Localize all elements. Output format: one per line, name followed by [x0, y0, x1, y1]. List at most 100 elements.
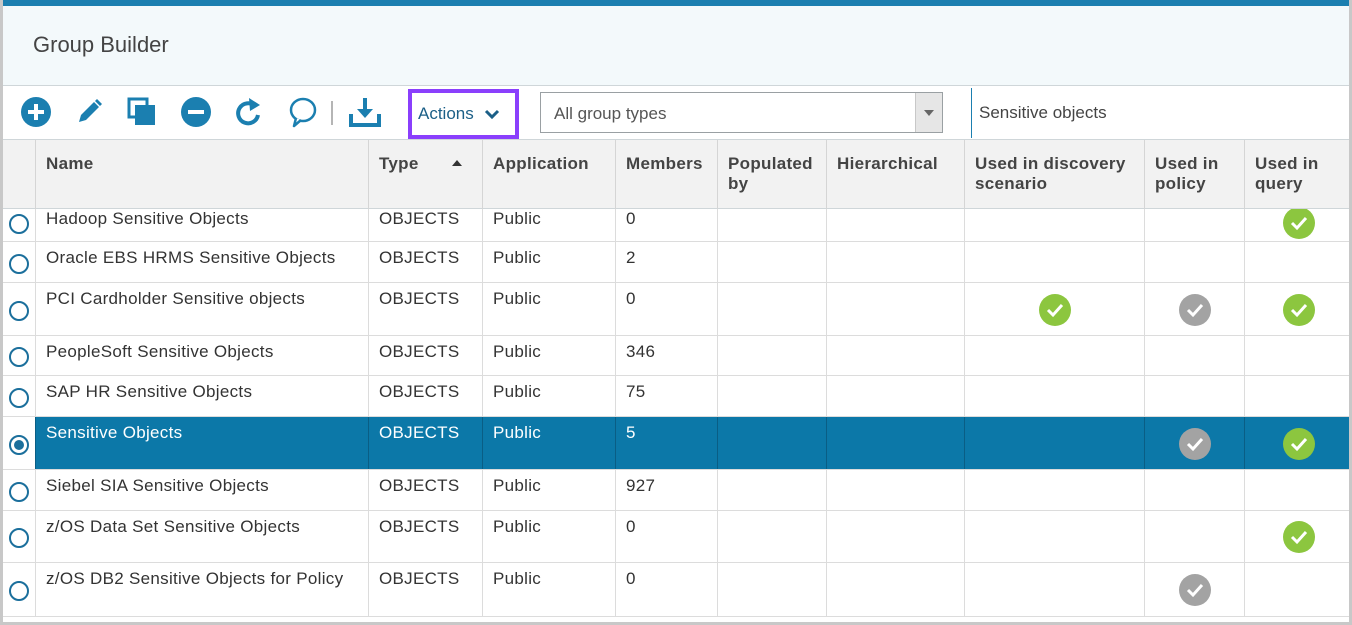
cell-application: Public: [482, 336, 615, 375]
row-select-cell: [3, 376, 35, 416]
page-header: Group Builder: [3, 6, 1349, 86]
cell-name: z/OS DB2 Sensitive Objects for Policy: [35, 563, 368, 616]
column-header-hierarchical[interactable]: Hierarchical: [826, 140, 964, 209]
column-header-used-in-query[interactable]: Used in query: [1244, 140, 1349, 209]
cell-members: 0: [615, 283, 717, 335]
cell-hierarchical: [826, 242, 964, 282]
column-header-type[interactable]: Type: [368, 140, 482, 209]
minus-circle-icon: [181, 97, 211, 127]
cell-used-in-query: [1244, 336, 1349, 375]
row-select-cell: [3, 511, 35, 562]
cell-application: Public: [482, 209, 615, 241]
cell-type: OBJECTS: [368, 376, 482, 416]
checkmark-icon: [1283, 521, 1315, 553]
row-select-cell: [3, 242, 35, 282]
chevron-down-icon: [484, 109, 499, 120]
column-header-members[interactable]: Members: [615, 140, 717, 209]
checkmark-icon: [1283, 209, 1315, 239]
cell-type: OBJECTS: [368, 417, 482, 469]
cell-name: SAP HR Sensitive Objects: [35, 376, 368, 416]
cell-name: Oracle EBS HRMS Sensitive Objects: [35, 242, 368, 282]
cell-application: Public: [482, 283, 615, 335]
cell-used-in-query: [1244, 376, 1349, 416]
column-header-application[interactable]: Application: [482, 140, 615, 209]
cell-used-in-query: [1244, 563, 1349, 616]
row-radio-button[interactable]: [9, 581, 29, 601]
cell-used-in-policy: [1144, 376, 1244, 416]
cell-populated-by: [717, 417, 826, 469]
page-title: Group Builder: [33, 32, 169, 57]
column-header-used-in-discovery-scenario[interactable]: Used in discovery scenario: [964, 140, 1144, 209]
cell-application: Public: [482, 470, 615, 510]
sort-ascending-icon: [452, 160, 462, 166]
checkmark-icon: [1283, 428, 1315, 460]
row-radio-button[interactable]: [9, 214, 29, 234]
cell-hierarchical: [826, 417, 964, 469]
cell-hierarchical: [826, 376, 964, 416]
row-radio-button[interactable]: [9, 435, 29, 455]
edit-group-button[interactable]: [72, 95, 106, 129]
group-type-select[interactable]: All group types: [540, 92, 943, 133]
row-radio-button[interactable]: [9, 254, 29, 274]
refresh-button[interactable]: [232, 95, 266, 129]
checkmark-icon: [1179, 294, 1211, 326]
table-row[interactable]: PCI Cardholder Sensitive objects OBJECTS P…: [3, 283, 1349, 336]
add-group-button[interactable]: [19, 95, 53, 129]
table-header: Name Type Application Members Populated …: [3, 140, 1349, 209]
row-select-cell: [3, 563, 35, 616]
group-builder-window: Group Builder Actions All group types Se…: [0, 0, 1352, 625]
row-radio-button[interactable]: [9, 347, 29, 367]
table-row[interactable]: Hadoop Sensitive Objects OBJECTS Public 0: [3, 209, 1349, 242]
table-row[interactable]: Sensitive Objects OBJECTS Public 5: [3, 417, 1349, 470]
refresh-icon: [236, 98, 260, 126]
table-row[interactable]: Siebel SIA Sensitive Objects OBJECTS Publi…: [3, 470, 1349, 511]
group-type-selected-value: All group types: [554, 104, 667, 123]
table-row[interactable]: z/OS Data Set Sensitive Objects OBJECTS Pu…: [3, 511, 1349, 563]
cell-used-in-discovery: [964, 417, 1144, 469]
cell-members: 346: [615, 336, 717, 375]
table-row[interactable]: Oracle EBS HRMS Sensitive Objects OBJECTS…: [3, 242, 1349, 283]
cell-name: Hadoop Sensitive Objects: [35, 209, 368, 241]
speech-bubble-icon: [289, 97, 317, 128]
copy-group-button[interactable]: [125, 95, 159, 129]
group-type-select-toggle[interactable]: [915, 93, 942, 132]
search-input[interactable]: [971, 88, 1349, 138]
cell-used-in-policy: [1144, 242, 1244, 282]
cell-used-in-query: [1244, 470, 1349, 510]
cell-used-in-discovery: [964, 283, 1144, 335]
row-radio-button[interactable]: [9, 528, 29, 548]
row-radio-button[interactable]: [9, 388, 29, 408]
row-select-cell: [3, 470, 35, 510]
cell-used-in-query: [1244, 209, 1349, 241]
plus-circle-icon: [21, 97, 51, 127]
cell-used-in-policy: [1144, 209, 1244, 241]
cell-members: 0: [615, 563, 717, 616]
cell-used-in-policy: [1144, 470, 1244, 510]
cell-type: OBJECTS: [368, 242, 482, 282]
checkmark-icon: [1179, 428, 1211, 460]
table-row[interactable]: SAP HR Sensitive Objects OBJECTS Public 75: [3, 376, 1349, 417]
cell-members: 5: [615, 417, 717, 469]
row-select-cell: [3, 336, 35, 375]
checkmark-icon: [1179, 574, 1211, 606]
column-header-populated-by[interactable]: Populated by: [717, 140, 826, 209]
cell-hierarchical: [826, 209, 964, 241]
cell-type: OBJECTS: [368, 209, 482, 241]
download-button[interactable]: [348, 95, 382, 129]
table-row[interactable]: z/OS DB2 Sensitive Objects for Policy OBJ…: [3, 563, 1349, 617]
comment-button[interactable]: [285, 95, 319, 129]
actions-dropdown-button[interactable]: Actions: [408, 89, 519, 139]
toolbar-divider: [331, 101, 333, 125]
row-radio-button[interactable]: [9, 482, 29, 502]
table-row[interactable]: PeopleSoft Sensitive Objects OBJECTS Publi…: [3, 336, 1349, 376]
cell-used-in-query: [1244, 417, 1349, 469]
cell-members: 0: [615, 511, 717, 562]
cell-used-in-discovery: [964, 336, 1144, 375]
cell-application: Public: [482, 376, 615, 416]
cell-used-in-policy: [1144, 563, 1244, 616]
row-radio-button[interactable]: [9, 301, 29, 321]
column-header-used-in-policy[interactable]: Used in policy: [1144, 140, 1244, 209]
column-header-name[interactable]: Name: [35, 140, 368, 209]
cell-used-in-discovery: [964, 376, 1144, 416]
remove-group-button[interactable]: [179, 95, 213, 129]
